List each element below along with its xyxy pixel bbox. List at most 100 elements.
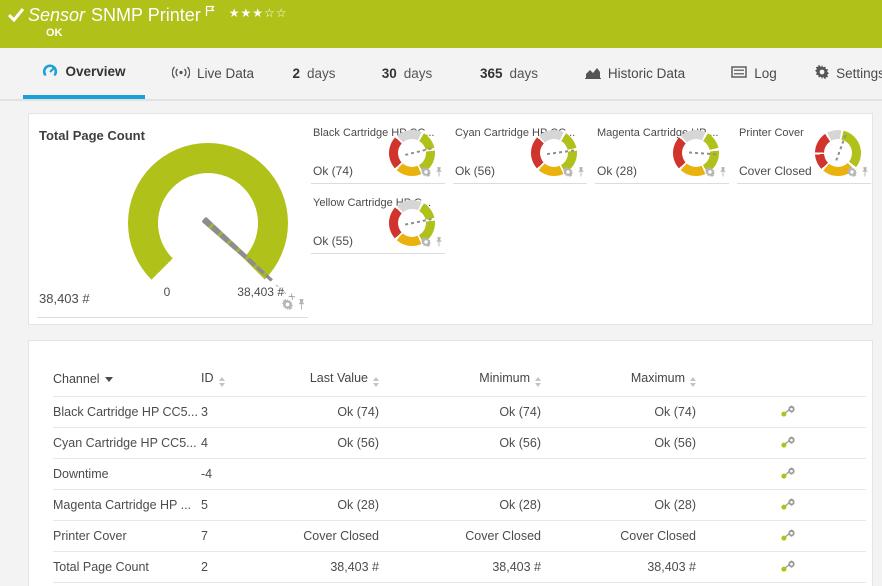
channel-settings-icon[interactable] [781,497,796,513]
gauge-pin-icon[interactable] [435,234,443,252]
col-header-id[interactable]: ID [201,365,296,397]
channel-name[interactable]: Cyan Cartridge HP CC5... [53,428,201,459]
mini-gauge-value: Ok (56) [455,164,495,178]
gauge-pin-icon[interactable] [719,164,727,182]
channel-row[interactable]: Magenta Cartridge HP ... 5 Ok (28) Ok (2… [53,490,866,521]
channel-minimum: Ok (55) [379,583,541,586]
channel-last-value: 38,403 # [296,552,379,583]
mini-gauge-title: Printer Cover [739,127,804,139]
tab-bar: Overview Live Data 2days 30days 365days … [0,48,882,101]
channel-last-value: Ok (56) [296,428,379,459]
table-header-row: Channel ID Last Value Minimum Maximum [53,365,866,397]
channel-row[interactable]: Cyan Cartridge HP CC5... 4 Ok (56) Ok (5… [53,428,866,459]
channel-settings-icon[interactable] [781,466,796,482]
sort-icon [535,377,541,387]
log-list-icon [731,66,747,81]
col-header-channel[interactable]: Channel [53,365,201,397]
sort-desc-icon [105,377,113,382]
mini-gauge-value: Ok (74) [313,164,353,178]
col-header-maximum[interactable]: Maximum [541,365,696,397]
gauge-gear-icon[interactable] [282,297,293,315]
channel-minimum: Ok (56) [379,428,541,459]
channel-name[interactable]: Black Cartridge HP CC5... [53,397,201,428]
channel-id: 7 [201,521,296,552]
primary-gauge-cell: Total Page Count x 0 38,403 # 38,403 # [37,121,308,318]
channel-id: 5 [201,490,296,521]
mini-gauge-cell: Printer Cover Cover Closed [737,114,871,184]
channel-maximum: Ok (56) [541,428,696,459]
gauge-pin-icon[interactable] [435,164,443,182]
channel-last-value: Ok (74) [296,397,379,428]
mini-gauge-cell: Cyan Cartridge HP CC... Ok (56) [453,114,587,184]
gauge-gear-icon[interactable] [421,234,431,252]
primary-gauge-title: Total Page Count [39,128,145,143]
tab-settings[interactable]: Settings [816,48,882,99]
gauge-gear-icon[interactable] [705,164,715,182]
mini-gauge-cell: Black Cartridge HP CC... Ok (74) [311,114,445,184]
channel-settings-icon[interactable] [781,435,796,451]
channel-minimum: Cover Closed [379,521,541,552]
tab-2-days[interactable]: 2days [286,48,342,99]
channel-name[interactable]: Printer Cover [53,521,201,552]
sensor-header: Sensor SNMP Printer ★★★☆☆ OK [0,0,882,48]
channel-name[interactable]: Total Page Count [53,552,201,583]
channel-settings-icon[interactable] [781,404,796,420]
channel-table: Channel ID Last Value Minimum Maximum Bl… [53,365,866,586]
gauge-gear-icon[interactable] [563,164,573,182]
channel-settings-icon[interactable] [781,528,796,544]
tab-365-days[interactable]: 365days [470,48,548,99]
channel-id: 3 [201,397,296,428]
gauge-scale-min: 0 [157,285,177,299]
mini-gauge-cell: Magenta Cartridge HP ... Ok (28) [595,114,729,184]
tab-log[interactable]: Log [727,48,781,99]
channel-id: 2 [201,552,296,583]
channel-table-body: Black Cartridge HP CC5... 3 Ok (74) Ok (… [53,397,866,586]
tab-historic-data[interactable]: Historic Data [578,48,692,99]
channel-last-value: Cover Closed [296,521,379,552]
mini-gauge-grid: Black Cartridge HP CC... Ok (74) Cyan Ca… [311,114,871,254]
sort-icon [690,377,696,387]
channel-settings-icon[interactable] [781,559,796,575]
channel-minimum: Ok (28) [379,490,541,521]
channel-name[interactable]: Downtime [53,459,201,490]
col-header-minimum[interactable]: Minimum [379,365,541,397]
channel-minimum [379,459,541,490]
channel-row[interactable]: Downtime -4 [53,459,866,490]
channel-maximum: Cover Closed [541,521,696,552]
gauge-gear-icon[interactable] [847,164,857,182]
object-kind-label: Sensor [28,5,85,26]
gauge-pin-icon[interactable] [861,164,869,182]
channel-row[interactable]: Total Page Count 2 38,403 # 38,403 # 38,… [53,552,866,583]
channel-row[interactable]: Black Cartridge HP CC5... 3 Ok (74) Ok (… [53,397,866,428]
sort-icon [373,377,379,387]
flag-icon[interactable] [205,1,215,22]
priority-stars[interactable]: ★★★☆☆ [229,6,288,20]
gauge-pin-icon[interactable] [297,297,306,315]
mini-gauge-value: Ok (55) [313,234,353,248]
page-title: SNMP Printer [91,5,201,26]
gauge-scale-max: 38,403 # [194,285,284,299]
channel-last-value: Ok (28) [296,490,379,521]
status-badge: OK [46,27,63,39]
tab-overview[interactable]: Overview [23,48,145,99]
col-header-last-value[interactable]: Last Value [296,365,379,397]
channel-maximum [541,459,696,490]
tab-live-data[interactable]: Live Data [165,48,261,99]
gauge-pin-icon[interactable] [577,164,585,182]
mini-gauge-value: Ok (28) [597,164,637,178]
channel-last-value [296,459,379,490]
channel-id: 4 [201,428,296,459]
channel-last-value: Ok (55) [296,583,379,586]
channel-minimum: 38,403 # [379,552,541,583]
tab-30-days[interactable]: 30days [376,48,438,99]
channel-maximum: Ok (28) [541,490,696,521]
channel-name[interactable]: Yellow Cartridge HP CC... [53,583,201,586]
channel-row[interactable]: Printer Cover 7 Cover Closed Cover Close… [53,521,866,552]
channel-name[interactable]: Magenta Cartridge HP ... [53,490,201,521]
mini-gauge-value: Cover Closed [739,164,812,178]
gauge-gear-icon[interactable] [421,164,431,182]
status-ok-check-icon [8,8,24,27]
channel-maximum: 38,403 # [541,552,696,583]
channel-row[interactable]: Yellow Cartridge HP CC... 6 Ok (55) Ok (… [53,583,866,586]
gear-icon [815,65,829,82]
